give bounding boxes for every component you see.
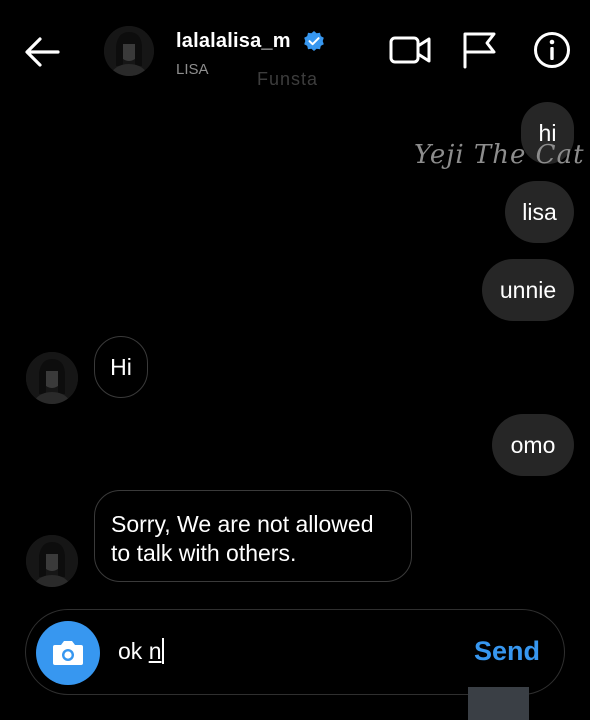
camera-button[interactable]	[36, 621, 100, 685]
chat-display-name: LISA	[176, 61, 209, 78]
overlay-watermark-text: Funsta	[257, 69, 319, 89]
flag-icon[interactable]	[460, 31, 498, 69]
info-icon[interactable]	[533, 31, 571, 69]
message-input[interactable]: ok n	[118, 638, 165, 665]
sender-avatar[interactable]	[26, 352, 78, 404]
text-caret	[162, 638, 165, 664]
sender-avatar[interactable]	[26, 535, 78, 587]
watermark-text: Yeji The Cat	[414, 140, 585, 170]
back-arrow-icon[interactable]	[22, 34, 62, 70]
message-bubble-incoming[interactable]: Sorry, We are not allowed to talk with o…	[94, 490, 412, 582]
message-bubble-outgoing[interactable]: lisa	[505, 181, 574, 243]
profile-avatar[interactable]	[104, 26, 154, 76]
camera-icon	[53, 641, 83, 665]
verified-badge-icon	[304, 31, 324, 51]
video-call-icon[interactable]	[389, 34, 431, 66]
typed-text: ok	[118, 638, 149, 664]
message-bubble-outgoing[interactable]: omo	[492, 414, 574, 476]
message-bubble-incoming[interactable]: Hi	[94, 336, 148, 398]
chat-username[interactable]: lalalalisa_m	[176, 30, 291, 53]
send-button[interactable]: Send	[474, 636, 540, 667]
message-bubble-outgoing[interactable]: unnie	[482, 259, 574, 321]
typed-text-composing: n	[148, 638, 162, 664]
overlay-block	[468, 687, 529, 720]
